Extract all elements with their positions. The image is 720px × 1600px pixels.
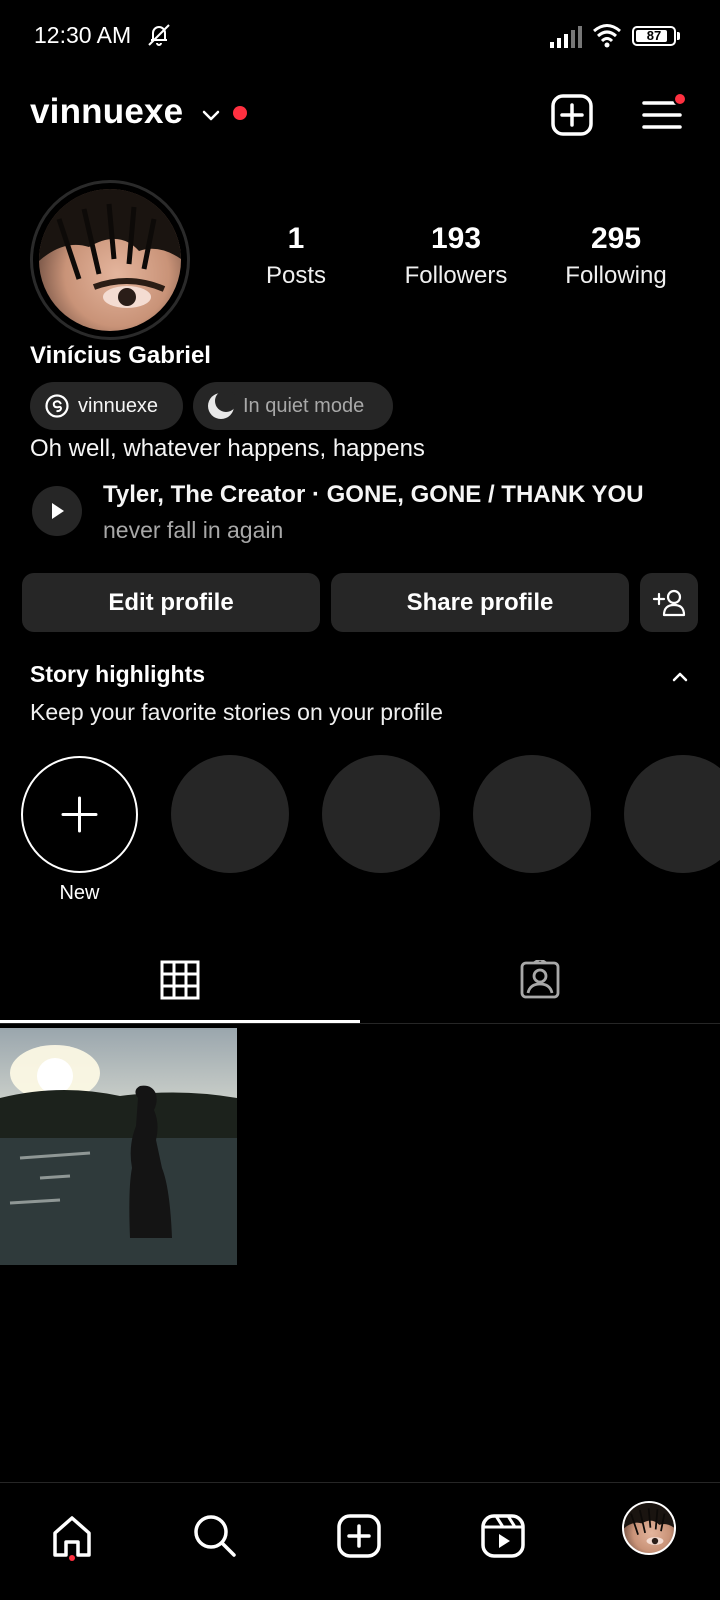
new-highlight-button[interactable] bbox=[21, 756, 138, 873]
profile-avatar[interactable] bbox=[39, 189, 181, 331]
signal-icon bbox=[550, 26, 582, 48]
post-thumbnail[interactable] bbox=[0, 1028, 237, 1265]
quiet-mode-badge[interactable]: In quiet mode bbox=[193, 382, 393, 430]
profile-avatar-nav[interactable] bbox=[622, 1501, 676, 1555]
bio-text: Oh well, whatever happens, happens bbox=[30, 435, 425, 462]
stat-posts-count: 1 bbox=[287, 222, 305, 255]
stat-following-count: 295 bbox=[590, 222, 642, 255]
stat-followers[interactable]: 193 Followers bbox=[381, 222, 531, 290]
moon-icon bbox=[208, 392, 235, 419]
highlight-placeholder bbox=[473, 755, 591, 873]
avatar-photo bbox=[39, 189, 181, 308]
music-play-button[interactable] bbox=[32, 486, 82, 536]
highlight-placeholder bbox=[624, 755, 720, 873]
music-subtitle: never fall in again bbox=[103, 517, 284, 543]
plus-icon bbox=[61, 796, 98, 833]
battery-indicator: 87 bbox=[632, 26, 676, 46]
grid-icon bbox=[160, 960, 200, 1000]
stat-followers-label: Followers bbox=[404, 262, 508, 289]
quiet-mode-label: In quiet mode bbox=[243, 394, 365, 417]
highlights-title: Story highlights bbox=[30, 661, 206, 687]
create-post-icon[interactable] bbox=[550, 93, 594, 137]
threads-handle: vinnuexe bbox=[78, 394, 159, 417]
new-highlight-label: New bbox=[59, 882, 100, 904]
bottom-navigation bbox=[0, 1482, 720, 1600]
profile-header: vinnuexe bbox=[0, 80, 720, 150]
battery-tip bbox=[677, 32, 680, 40]
stat-posts-label: Posts bbox=[265, 262, 327, 289]
chevron-up-icon[interactable] bbox=[669, 666, 691, 686]
add-user-icon bbox=[652, 589, 686, 616]
status-bar: 12:30 AM 87 bbox=[0, 0, 720, 70]
stat-following-label: Following bbox=[565, 262, 667, 289]
tagged-icon bbox=[520, 960, 560, 999]
music-title[interactable]: Tyler, The Creator · GONE, GONE / THANK … bbox=[103, 481, 644, 509]
menu-notification-dot bbox=[673, 92, 687, 106]
create-icon[interactable] bbox=[334, 1511, 384, 1561]
share-profile-button[interactable]: Share profile bbox=[331, 573, 629, 632]
profile-tabs bbox=[0, 950, 720, 1024]
status-time: 12:30 AM bbox=[34, 22, 132, 48]
highlights-subtitle: Keep your favorite stories on your profi… bbox=[30, 699, 443, 725]
threads-icon bbox=[45, 394, 69, 418]
mute-bell-icon bbox=[148, 24, 170, 46]
reels-icon[interactable] bbox=[478, 1511, 528, 1561]
profile-avatar-ring[interactable] bbox=[30, 180, 190, 340]
highlight-placeholder bbox=[322, 755, 440, 873]
post-photo bbox=[0, 1045, 237, 1265]
play-icon bbox=[52, 503, 64, 519]
tab-posts-grid[interactable] bbox=[0, 950, 360, 1024]
stat-followers-count: 193 bbox=[430, 222, 482, 255]
highlight-placeholder bbox=[171, 755, 289, 873]
username-switcher[interactable]: vinnuexe bbox=[30, 92, 183, 132]
search-icon[interactable] bbox=[190, 1511, 240, 1561]
discover-people-button[interactable] bbox=[640, 573, 698, 632]
edit-profile-button[interactable]: Edit profile bbox=[22, 573, 320, 632]
stat-following[interactable]: 295 Following bbox=[541, 222, 691, 290]
notification-dot bbox=[233, 106, 247, 120]
stat-posts[interactable]: 1 Posts bbox=[221, 222, 371, 290]
active-tab-indicator bbox=[0, 1020, 360, 1023]
display-name: Vinícius Gabriel bbox=[30, 342, 211, 369]
battery-level: 87 bbox=[646, 28, 662, 43]
wifi-icon bbox=[593, 24, 621, 48]
home-icon[interactable] bbox=[47, 1511, 97, 1561]
chevron-down-icon[interactable] bbox=[200, 104, 222, 126]
tab-tagged[interactable] bbox=[360, 950, 720, 1024]
threads-badge[interactable]: vinnuexe bbox=[30, 382, 183, 430]
home-notification-dot bbox=[69, 1555, 75, 1561]
avatar-photo-small bbox=[624, 1503, 674, 1545]
